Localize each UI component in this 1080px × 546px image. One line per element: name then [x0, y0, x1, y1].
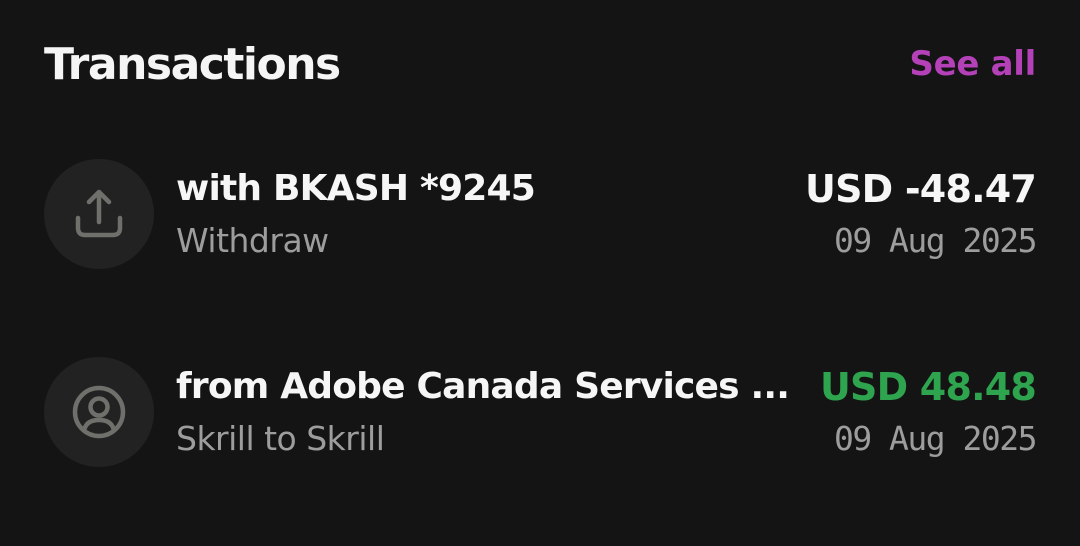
upload-icon	[44, 159, 154, 269]
transaction-item[interactable]: from Adobe Canada Services ... Skrill to…	[44, 357, 1038, 467]
transaction-date: 09 Aug 2025	[833, 221, 1038, 260]
section-title: Transactions	[44, 38, 341, 90]
transaction-meta: USD -48.47 09 Aug 2025	[805, 167, 1038, 261]
user-circle-icon	[44, 357, 154, 467]
transaction-type: Skrill to Skrill	[176, 419, 385, 458]
transaction-item[interactable]: with BKASH *9245 Withdraw USD -48.47 09 …	[44, 159, 1038, 269]
transaction-title: with BKASH *9245	[176, 168, 536, 209]
transaction-amount: USD -48.47	[805, 167, 1037, 211]
transactions-header: Transactions See all	[44, 36, 1036, 92]
transaction-details: with BKASH *9245 Withdraw	[176, 167, 777, 261]
transaction-amount: USD 48.48	[820, 365, 1037, 409]
see-all-link[interactable]: See all	[909, 44, 1036, 84]
transaction-title: from Adobe Canada Services ...	[176, 366, 790, 407]
transaction-details: from Adobe Canada Services ... Skrill to…	[176, 365, 792, 459]
transaction-type: Withdraw	[176, 221, 329, 260]
transaction-date: 09 Aug 2025	[833, 419, 1038, 458]
transaction-meta: USD 48.48 09 Aug 2025	[820, 365, 1038, 459]
